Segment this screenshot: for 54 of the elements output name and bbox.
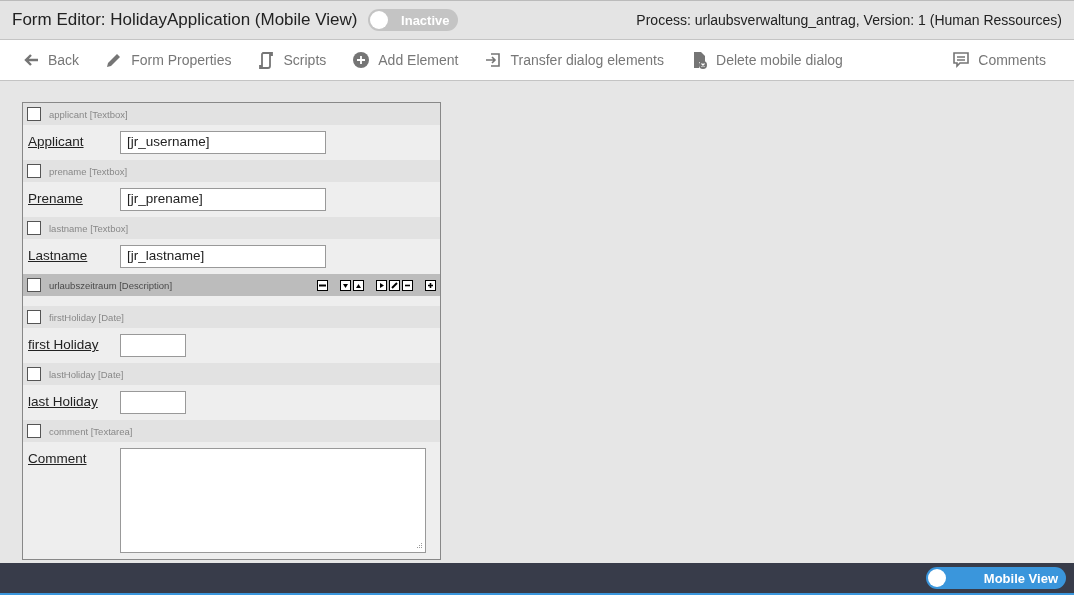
date-field[interactable] — [120, 334, 186, 357]
element-header[interactable]: lastname [Textbox] — [23, 217, 440, 239]
element-name: comment [Textarea] — [49, 425, 133, 437]
checkbox[interactable] — [27, 278, 41, 292]
comments-button[interactable]: Comments — [944, 47, 1054, 73]
toolbar-button[interactable]: Scripts — [249, 47, 335, 73]
comment-icon — [952, 51, 971, 69]
field-label[interactable]: first Holiday — [28, 334, 120, 352]
text-area[interactable] — [120, 448, 426, 553]
add-icon[interactable] — [425, 279, 436, 291]
edit-icon[interactable] — [389, 279, 400, 291]
element-name: urlaubszeitraum [Description] — [49, 279, 173, 291]
add-icon — [352, 51, 371, 69]
element-header[interactable]: applicant [Textbox] — [23, 103, 440, 125]
view-toggle[interactable]: Mobile View — [926, 567, 1066, 589]
element-header[interactable]: prename [Textbox] — [23, 160, 440, 182]
element-header[interactable]: firstHoliday [Date] — [23, 306, 440, 328]
checkbox[interactable] — [27, 107, 41, 121]
element-name: lastHoliday [Date] — [49, 368, 124, 380]
remove-icon[interactable] — [402, 279, 413, 291]
checkbox[interactable] — [27, 221, 41, 235]
checkbox[interactable] — [27, 424, 41, 438]
input-field[interactable]: [jr_username] — [120, 131, 326, 154]
transfer-icon — [484, 51, 503, 69]
chain-icon[interactable] — [317, 279, 328, 291]
input-field[interactable]: [jr_lastname] — [120, 245, 326, 268]
field-label[interactable]: Lastname — [28, 245, 120, 263]
field-label[interactable]: Applicant — [28, 131, 120, 149]
checkbox[interactable] — [27, 310, 41, 324]
element-header[interactable]: urlaubszeitraum [Description] — [23, 274, 440, 296]
element-name: lastname [Textbox] — [49, 222, 129, 234]
toolbar-button[interactable]: Add Element — [344, 47, 467, 73]
element-header[interactable]: lastHoliday [Date] — [23, 363, 440, 385]
field-label[interactable]: Comment — [28, 448, 120, 466]
field-label[interactable]: last Holiday — [28, 391, 120, 409]
element-header[interactable]: comment [Textarea] — [23, 420, 440, 442]
toolbar-button[interactable]: Delete mobile dialog — [682, 47, 851, 73]
move-up-icon[interactable] — [353, 279, 364, 291]
move-right-icon[interactable] — [376, 279, 387, 291]
toolbar-button[interactable]: Transfer dialog elements — [476, 47, 672, 73]
checkbox[interactable] — [27, 164, 41, 178]
window-title: Form Editor: HolidayApplication (Mobile View) — [12, 10, 358, 30]
checkbox[interactable] — [27, 367, 41, 381]
date-field[interactable] — [120, 391, 186, 414]
element-name: prename [Textbox] — [49, 165, 128, 177]
input-field[interactable]: [jr_prename] — [120, 188, 326, 211]
toolbar-button[interactable]: Form Properties — [97, 47, 240, 73]
element-name: applicant [Textbox] — [49, 108, 128, 120]
element-name: firstHoliday [Date] — [49, 311, 124, 323]
process-info: Process: urlaubsverwaltung_antrag, Version: 1 (Human Ressources) — [636, 12, 1062, 28]
script-icon — [257, 51, 276, 69]
move-down-icon[interactable] — [340, 279, 351, 291]
field-label[interactable]: Prename — [28, 188, 120, 206]
toolbar-button[interactable]: Back — [14, 47, 88, 73]
